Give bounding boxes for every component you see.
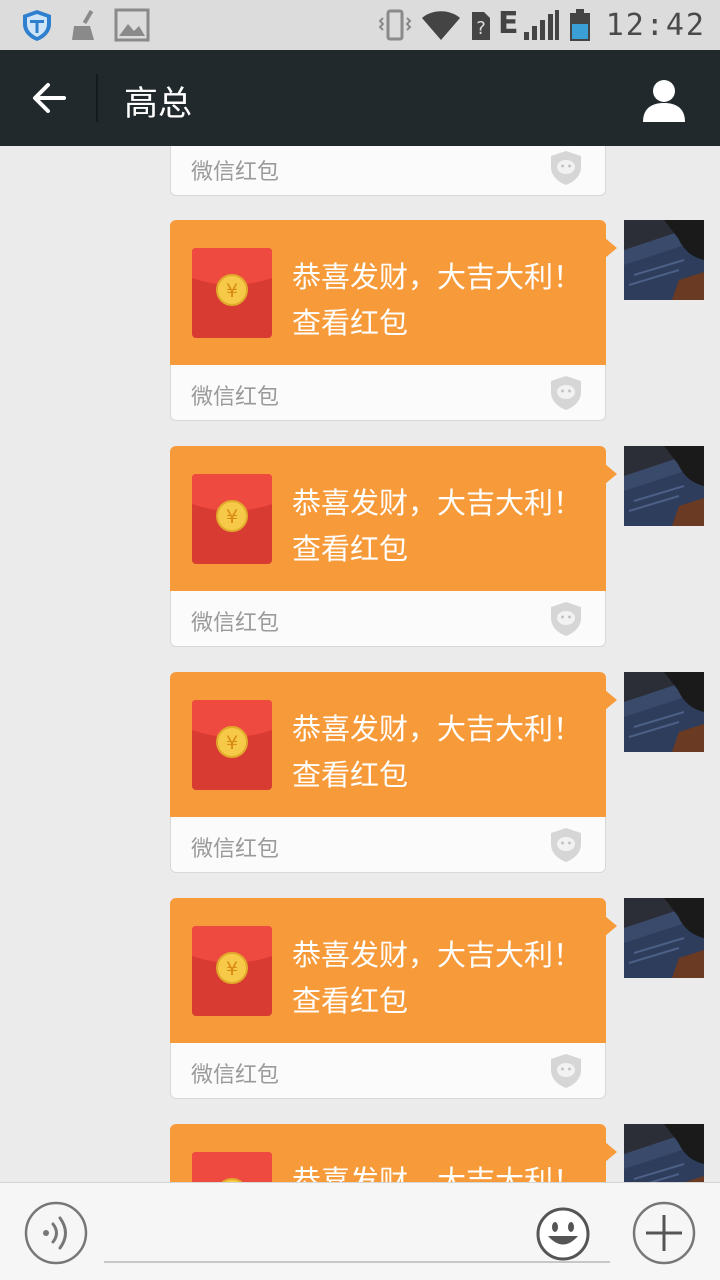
header-divider [96,74,98,122]
wechat-shield-icon [551,1054,581,1088]
red-packet-greeting: 恭喜发财，大吉大利！ [292,712,583,746]
red-packet-body[interactable]: ¥ 恭喜发财，大吉大利！ 查看红包 [170,672,617,817]
message-list[interactable]: ¥ 恭喜发财，大吉大利！ 查看红包 微信红包 [0,146,720,1182]
chat-header: 高总 [0,50,720,146]
wechat-shield-icon [551,602,581,636]
yen-symbol: ¥ [226,958,238,980]
red-packet-greeting: 恭喜发财，大吉大利！ [292,1164,583,1182]
shield-app-icon [23,10,51,41]
red-packet-message[interactable]: ¥ 恭喜发财，大吉大利！ 查看红包 微信红包 [170,446,617,647]
red-packet-brand: 微信红包 [191,611,280,636]
red-packet-footer: 微信红包 [170,146,606,196]
red-envelope-icon: ¥ [192,474,272,564]
wechat-shield-icon [551,376,581,410]
red-packet-brand: 微信红包 [191,385,280,410]
yen-symbol: ¥ [226,280,238,302]
red-packet-footer: 微信红包 [170,1043,606,1099]
red-packet-body[interactable]: ¥ 恭喜发财，大吉大利！ 查看红包 [170,898,617,1043]
sim-unknown-icon: ? [472,12,490,40]
battery-icon [570,9,590,41]
input-bar [0,1182,720,1280]
svg-text:?: ? [476,18,486,39]
plus-icon[interactable] [632,1201,696,1265]
network-type-icon: E [498,6,519,41]
wechat-shield-icon [551,828,581,862]
red-envelope-icon: ¥ [192,248,272,338]
red-packet-message[interactable]: ¥ 恭喜发财，大吉大利！ 查看红包 微信红包 [170,220,617,421]
red-packet-message[interactable]: ¥ 恭喜发财，大吉大利！ 查看红包 微信红包 [170,672,617,873]
red-packet-footer: 微信红包 [170,365,606,421]
yen-symbol: ¥ [226,506,238,528]
red-envelope-icon: ¥ [192,700,272,790]
red-packet-view-label: 查看红包 [292,532,409,566]
image-notification-icon [114,8,150,42]
red-packet-view-label: 查看红包 [292,758,409,792]
red-packet-brand: 微信红包 [191,837,280,862]
red-packet-view-label: 查看红包 [292,984,409,1018]
red-packet-brand: 微信红包 [191,160,280,185]
red-packet-footer: 微信红包 [170,817,606,873]
cleaner-icon [72,9,94,40]
red-packet-greeting: 恭喜发财，大吉大利！ [292,260,583,294]
avatar[interactable] [624,446,704,526]
avatar[interactable] [624,672,704,752]
avatar[interactable] [624,220,704,300]
red-packet-greeting: 恭喜发财，大吉大利！ [292,938,583,972]
red-packet-greeting: 恭喜发财，大吉大利！ [292,486,583,520]
red-packet-message[interactable]: ¥ 恭喜发财，大吉大利！ 查看红包 微信红包 [170,146,606,196]
smiley-icon[interactable] [536,1207,590,1261]
wifi-icon [422,11,460,40]
message-input[interactable] [104,1205,610,1263]
clock: 12:42 [605,8,706,43]
person-icon[interactable] [640,76,688,124]
status-bar: ? E 12:42 [0,0,720,50]
page-title: 高总 [124,84,192,124]
arrow-left-icon[interactable] [24,72,76,124]
red-packet-body[interactable]: ¥ 恭喜发财，大吉大利！ 查看红包 [170,220,617,365]
red-packet-message[interactable]: ¥ 恭喜发财，大吉大利！ 查看红包 微信红包 [170,898,617,1099]
red-packet-body[interactable]: ¥ 恭喜发财，大吉大利！ 查看红包 [170,1124,617,1182]
avatar[interactable] [624,1124,704,1182]
red-packet-brand: 微信红包 [191,1063,280,1088]
vibrate-icon [378,9,412,41]
red-packet-footer: 微信红包 [170,591,606,647]
red-envelope-icon: ¥ [192,1152,272,1182]
red-packet-message[interactable]: ¥ 恭喜发财，大吉大利！ 查看红包 微信红包 [170,1124,617,1182]
red-envelope-icon: ¥ [192,926,272,1016]
signal-icon [524,10,559,40]
red-packet-view-label: 查看红包 [292,306,409,340]
yen-symbol: ¥ [226,732,238,754]
voice-icon[interactable] [24,1201,88,1265]
wechat-shield-icon [551,151,581,185]
avatar[interactable] [624,898,704,978]
red-packet-body[interactable]: ¥ 恭喜发财，大吉大利！ 查看红包 [170,446,617,591]
